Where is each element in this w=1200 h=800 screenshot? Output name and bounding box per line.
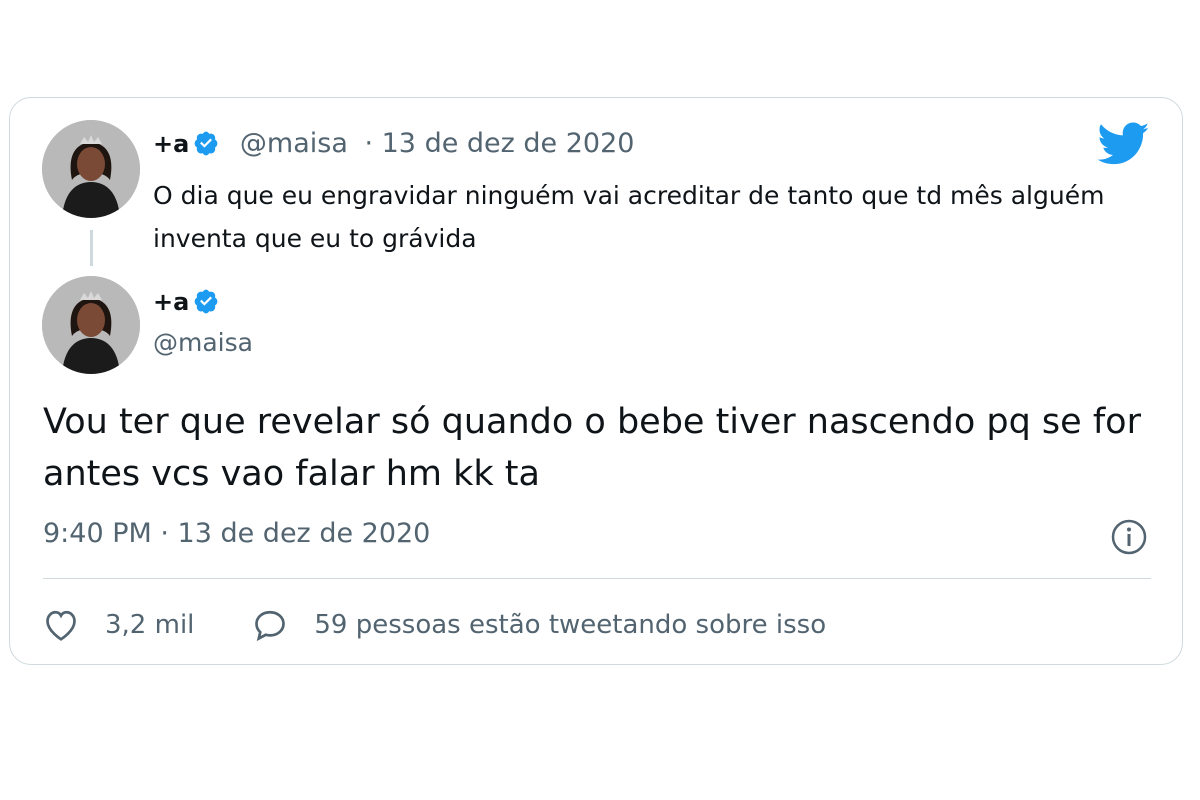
like-button[interactable]: 3,2 mil [43, 608, 194, 642]
quoted-handle[interactable]: @maisa [240, 128, 348, 159]
main-handle[interactable]: @maisa [153, 328, 253, 357]
comment-bubble-icon [255, 610, 286, 642]
quoted-tweet-avatar[interactable] [42, 120, 140, 218]
verified-badge-icon [193, 130, 219, 163]
conversation-text: 59 pessoas estão tweetando sobre isso [314, 610, 827, 640]
main-author-name[interactable]: +a [153, 288, 189, 316]
quoted-tweet-text: O dia que eu engravidar ninguém vai acre… [153, 181, 1105, 253]
main-tweet-avatar[interactable] [42, 276, 140, 374]
tweet-timestamp[interactable]: 9:40 PM · 13 de dez de 2020 [43, 518, 430, 549]
quoted-date[interactable]: · 13 de dez de 2020 [364, 128, 634, 159]
heart-icon [46, 610, 76, 641]
like-count: 3,2 mil [105, 610, 195, 640]
thread-connector-line [90, 230, 93, 266]
main-author-row: +a [153, 288, 219, 318]
info-icon[interactable] [1110, 518, 1148, 556]
quoted-tweet-header: +a @maisa · 13 de dez de 2020 [153, 128, 634, 163]
twitter-bird-icon[interactable] [1097, 122, 1150, 170]
verified-badge-icon [193, 288, 219, 318]
main-tweet-text: Vou ter que revelar só quando o bebe tiv… [43, 402, 1141, 494]
quoted-author-name[interactable]: +a [153, 130, 189, 158]
conversation-button[interactable]: 59 pessoas estão tweetando sobre isso [252, 608, 826, 642]
tweet-actions-bar: 3,2 mil 59 pessoas estão tweetando sobre… [43, 603, 826, 647]
actions-divider [43, 578, 1151, 579]
